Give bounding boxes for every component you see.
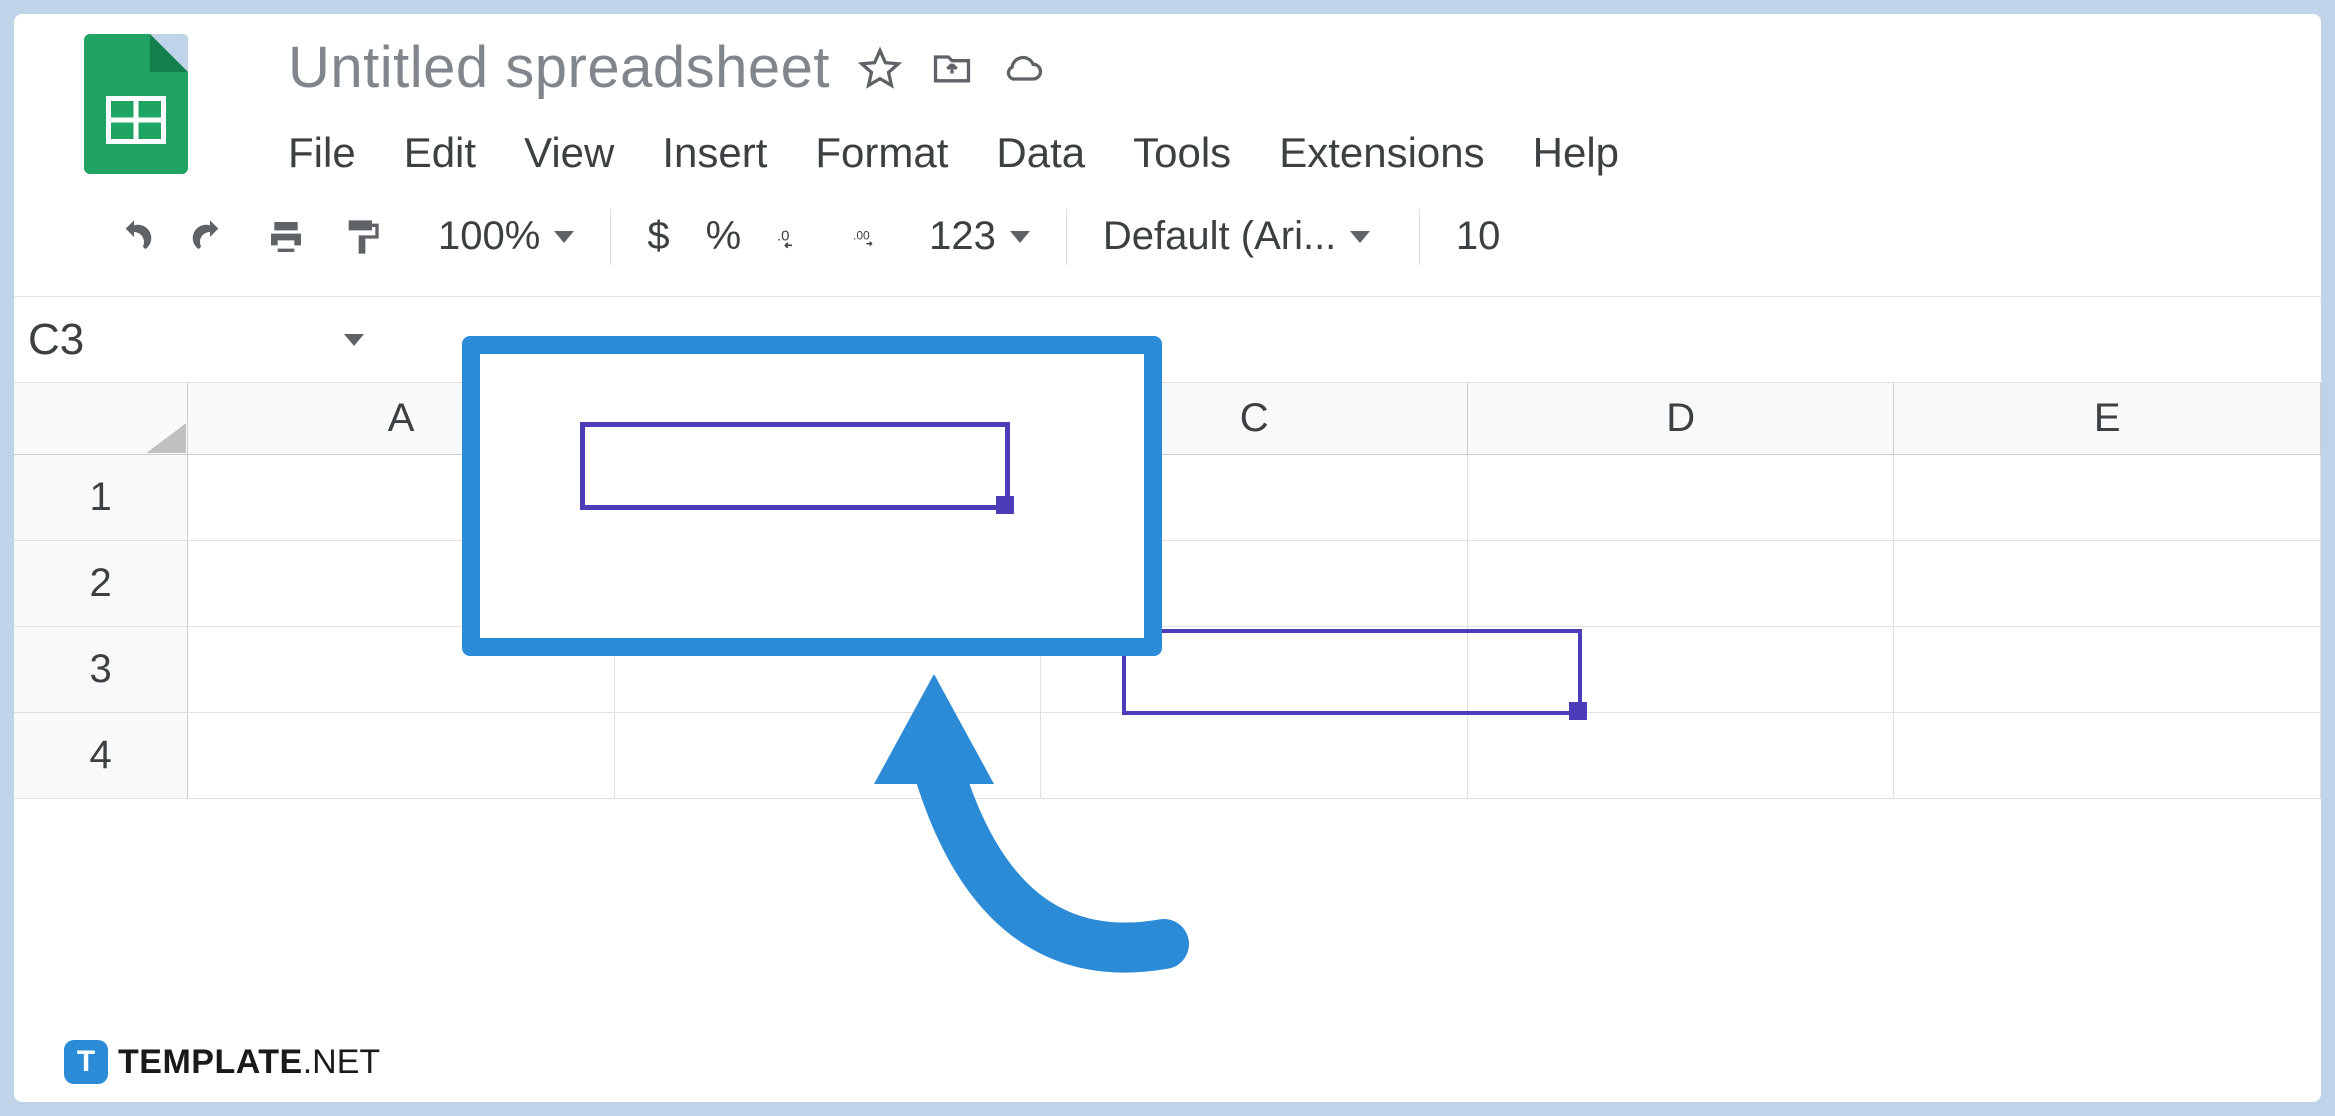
- title-row: Untitled spreadsheet: [288, 34, 2321, 101]
- spreadsheet-grid: A B C D E 1 2 3: [14, 383, 2321, 799]
- cell-c1[interactable]: [1041, 455, 1468, 540]
- currency-button[interactable]: $: [647, 214, 669, 259]
- watermark-name: TEMPLATE: [118, 1043, 303, 1081]
- menu-bar: File Edit View Insert Format Data Tools …: [288, 129, 2321, 177]
- cloud-status-icon[interactable]: [1002, 46, 1046, 90]
- cell-b3[interactable]: [615, 627, 1042, 712]
- row-header-1[interactable]: 1: [14, 455, 188, 540]
- format-label: 123: [929, 214, 996, 259]
- redo-button[interactable]: [190, 217, 230, 257]
- more-formats-dropdown[interactable]: 123: [929, 214, 1030, 259]
- sheets-logo-icon[interactable]: [84, 34, 188, 174]
- percent-button[interactable]: %: [706, 214, 742, 259]
- grid-row: 3: [14, 627, 2321, 713]
- row-header-2[interactable]: 2: [14, 541, 188, 626]
- column-header-e[interactable]: E: [1894, 383, 2321, 454]
- print-button[interactable]: [266, 217, 306, 257]
- menu-edit[interactable]: Edit: [404, 129, 476, 177]
- column-header-d[interactable]: D: [1468, 383, 1895, 454]
- cell-a3[interactable]: [188, 627, 615, 712]
- increase-decimal-button[interactable]: .00: [853, 217, 893, 257]
- svg-text:.00: .00: [853, 228, 870, 242]
- chevron-down-icon: [1350, 231, 1370, 243]
- decrease-decimal-button[interactable]: .0: [777, 217, 817, 257]
- header: Untitled spreadsheet File Edit View Inse…: [14, 14, 2321, 177]
- title-area: Untitled spreadsheet File Edit View Inse…: [288, 34, 2321, 177]
- font-size-input[interactable]: 10: [1456, 214, 1501, 259]
- cell-d2[interactable]: [1468, 541, 1895, 626]
- watermark-label: TEMPLATE.NET: [118, 1043, 380, 1082]
- chevron-down-icon: [344, 334, 364, 346]
- menu-view[interactable]: View: [524, 129, 614, 177]
- separator: [1066, 209, 1067, 265]
- grid-row: 1: [14, 455, 2321, 541]
- chevron-down-icon: [1010, 231, 1030, 243]
- menu-tools[interactable]: Tools: [1133, 129, 1231, 177]
- separator: [610, 209, 611, 265]
- toolbar: 100% $ % .0 .00 123 Default (Ari... 10: [14, 177, 2321, 297]
- grid-row: 2: [14, 541, 2321, 627]
- column-header-c[interactable]: C: [1041, 383, 1468, 454]
- cell-b1[interactable]: [615, 455, 1042, 540]
- cell-e3[interactable]: [1894, 627, 2321, 712]
- grid-row: 4: [14, 713, 2321, 799]
- move-folder-icon[interactable]: [930, 46, 974, 90]
- font-name: Default (Ari...: [1103, 214, 1336, 259]
- separator: [1419, 209, 1420, 265]
- menu-format[interactable]: Format: [815, 129, 948, 177]
- watermark-badge-icon: T: [64, 1040, 108, 1084]
- cell-e2[interactable]: [1894, 541, 2321, 626]
- paint-format-button[interactable]: [342, 217, 382, 257]
- cell-c4[interactable]: [1041, 713, 1468, 798]
- column-header-b[interactable]: B: [615, 383, 1042, 454]
- cell-b2[interactable]: [615, 541, 1042, 626]
- spreadsheet-app: Untitled spreadsheet File Edit View Inse…: [14, 14, 2321, 1102]
- name-box-value: C3: [28, 315, 84, 365]
- row-header-4[interactable]: 4: [14, 713, 188, 798]
- star-icon[interactable]: [858, 46, 902, 90]
- name-box-row: C3: [14, 297, 2321, 383]
- row-header-3[interactable]: 3: [14, 627, 188, 712]
- zoom-value: 100%: [438, 214, 540, 259]
- watermark: T TEMPLATE.NET: [64, 1040, 380, 1084]
- undo-button[interactable]: [114, 217, 154, 257]
- watermark-extension: .NET: [303, 1043, 380, 1081]
- svg-text:.0: .0: [777, 227, 790, 244]
- menu-insert[interactable]: Insert: [662, 129, 767, 177]
- cell-c3[interactable]: [1041, 627, 1468, 712]
- column-headers: A B C D E: [14, 383, 2321, 455]
- cell-d4[interactable]: [1468, 713, 1895, 798]
- name-box[interactable]: C3: [14, 297, 394, 382]
- document-title[interactable]: Untitled spreadsheet: [288, 34, 830, 101]
- chevron-down-icon: [554, 231, 574, 243]
- font-dropdown[interactable]: Default (Ari...: [1103, 214, 1383, 259]
- cell-e4[interactable]: [1894, 713, 2321, 798]
- cell-d1[interactable]: [1468, 455, 1895, 540]
- menu-extensions[interactable]: Extensions: [1279, 129, 1484, 177]
- column-header-a[interactable]: A: [188, 383, 615, 454]
- cell-e1[interactable]: [1894, 455, 2321, 540]
- zoom-dropdown[interactable]: 100%: [438, 214, 574, 259]
- menu-data[interactable]: Data: [996, 129, 1085, 177]
- menu-file[interactable]: File: [288, 129, 356, 177]
- cell-d3[interactable]: [1468, 627, 1895, 712]
- menu-help[interactable]: Help: [1533, 129, 1619, 177]
- cell-a1[interactable]: [188, 455, 615, 540]
- cell-b4[interactable]: [615, 713, 1042, 798]
- select-all-corner[interactable]: [14, 383, 188, 454]
- cell-a2[interactable]: [188, 541, 615, 626]
- cell-c2[interactable]: [1041, 541, 1468, 626]
- cell-a4[interactable]: [188, 713, 615, 798]
